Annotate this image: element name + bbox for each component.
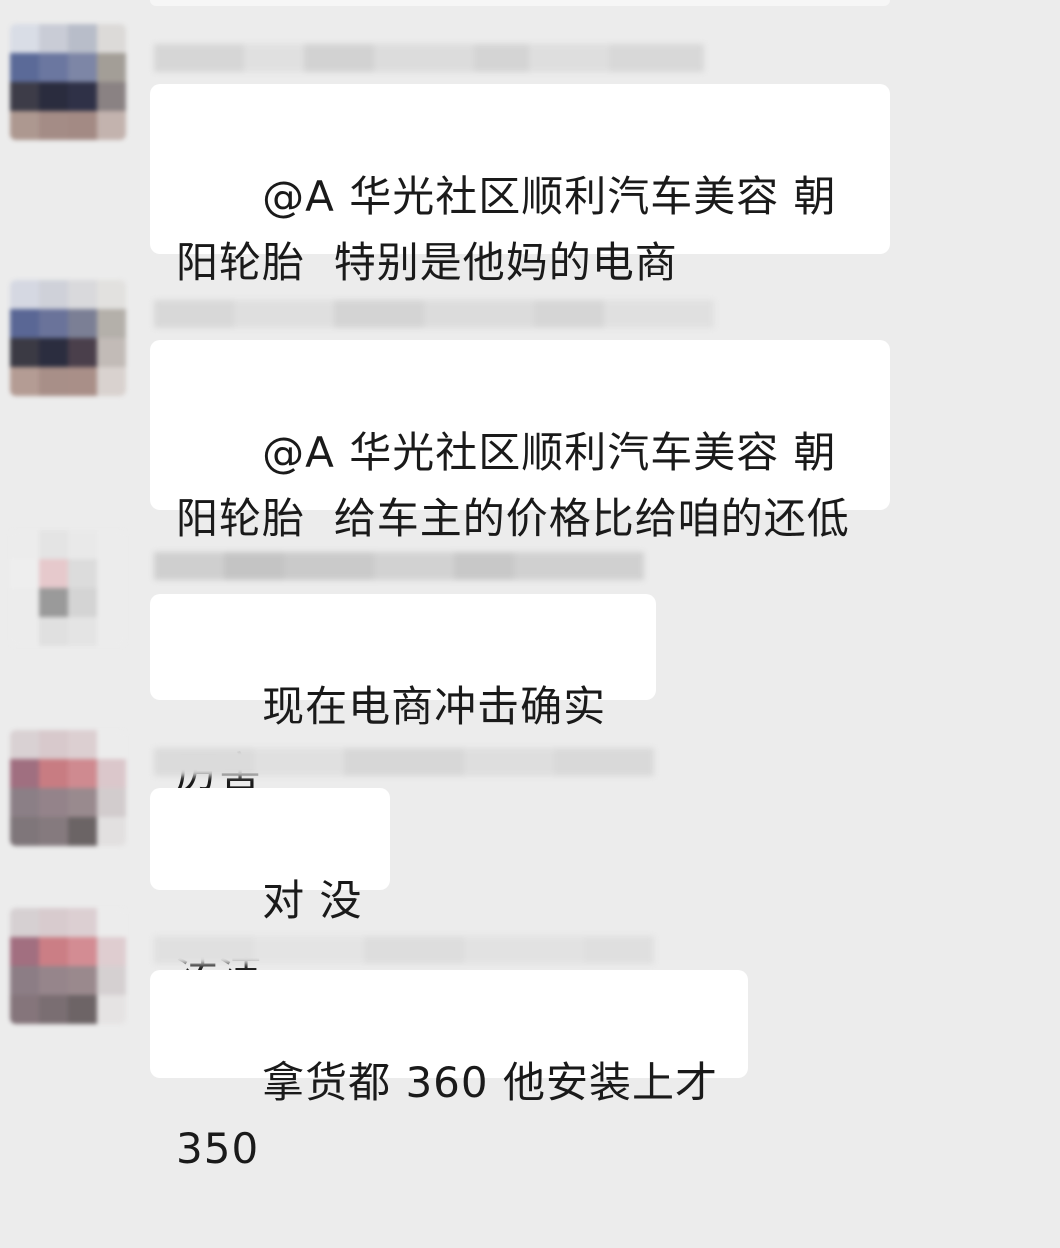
message-text: @A 华光社区顺利汽车美容 朝阳轮胎 给车主的价格比给咱的还低 <box>176 428 850 543</box>
sender-nickname-blurred <box>154 552 644 580</box>
avatar-pixelated[interactable] <box>10 530 126 646</box>
message-bubble[interactable]: 现在电商冲击确实厉害 <box>150 594 656 797</box>
chat-message-list[interactable]: @A 华光社区顺利汽车美容 朝阳轮胎 特别是他妈的电商 @A 华光社区顺利汽车美… <box>0 0 1060 1173</box>
sender-nickname-blurred <box>154 44 704 72</box>
message-text: @A 华光社区顺利汽车美容 朝阳轮胎 特别是他妈的电商 <box>176 172 837 287</box>
message-bubble[interactable]: 拿货都 360 他安装上才 350 <box>150 970 748 1173</box>
message-bubble[interactable]: @A 华光社区顺利汽车美容 朝阳轮胎 特别是他妈的电商 <box>150 84 890 287</box>
message-bubble[interactable]: @A 华光社区顺利汽车美容 朝阳轮胎 给车主的价格比给咱的还低 <box>150 340 890 543</box>
message-text: 现在电商冲击确实厉害 <box>176 682 607 797</box>
sender-nickname-blurred <box>154 748 654 776</box>
avatar-pixelated[interactable] <box>10 24 126 140</box>
previous-message-edge <box>150 0 890 6</box>
sender-nickname-blurred <box>154 936 654 964</box>
message-text: 拿货都 360 他安装上才 350 <box>176 1058 733 1173</box>
avatar-pixelated[interactable] <box>10 908 126 1024</box>
sender-nickname-blurred <box>154 300 714 328</box>
avatar-pixelated[interactable] <box>10 730 126 846</box>
avatar-pixelated[interactable] <box>10 280 126 396</box>
message-bubble[interactable]: 对 没法活 <box>150 788 390 991</box>
